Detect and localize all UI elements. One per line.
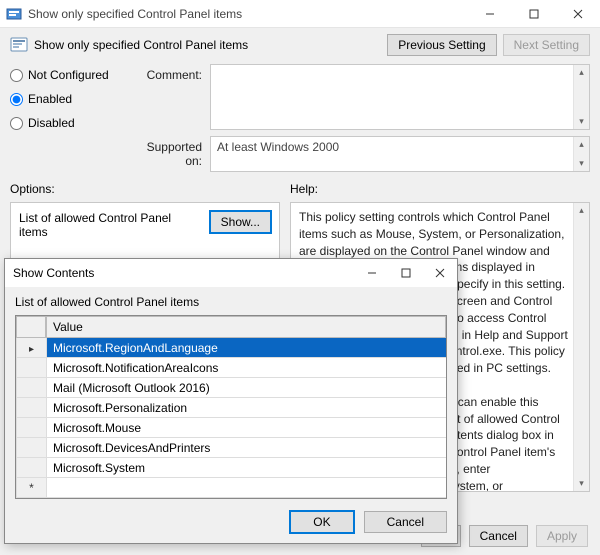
row-value[interactable]: Microsoft.Mouse bbox=[46, 418, 446, 438]
policy-name: Show only specified Control Panel items bbox=[34, 38, 381, 52]
grid-corner bbox=[16, 316, 46, 338]
policy-icon bbox=[10, 36, 28, 54]
policy-app-icon bbox=[6, 6, 22, 22]
window-title: Show only specified Control Panel items bbox=[28, 7, 468, 21]
modal-close-button[interactable] bbox=[423, 259, 457, 287]
row-handle[interactable] bbox=[16, 398, 46, 418]
row-value[interactable]: Microsoft.DevicesAndPrinters bbox=[46, 438, 446, 458]
help-label: Help: bbox=[290, 182, 590, 196]
scroll-down-icon[interactable]: ▾ bbox=[574, 114, 589, 129]
apply-button[interactable]: Apply bbox=[536, 525, 588, 547]
row-value[interactable]: Mail (Microsoft Outlook 2016) bbox=[46, 378, 446, 398]
table-row[interactable]: Microsoft.Personalization bbox=[16, 398, 446, 418]
table-row[interactable]: Microsoft.NotificationAreaIcons bbox=[16, 358, 446, 378]
radio-enabled[interactable]: Enabled bbox=[10, 92, 130, 106]
titlebar: Show only specified Control Panel items bbox=[0, 0, 600, 28]
modal-list-label: List of allowed Control Panel items bbox=[15, 295, 447, 309]
table-row[interactable]: Microsoft.DevicesAndPrinters bbox=[16, 438, 446, 458]
table-row[interactable]: Microsoft.RegionAndLanguage bbox=[16, 338, 446, 358]
next-setting-button[interactable]: Next Setting bbox=[503, 34, 590, 56]
radio-disabled[interactable]: Disabled bbox=[10, 116, 130, 130]
row-value[interactable] bbox=[46, 478, 446, 498]
row-value[interactable]: Microsoft.Personalization bbox=[46, 398, 446, 418]
scrollbar[interactable]: ▴ ▾ bbox=[573, 137, 589, 171]
scrollbar[interactable]: ▴ ▾ bbox=[573, 65, 589, 129]
scroll-up-icon[interactable]: ▴ bbox=[574, 137, 589, 152]
row-handle[interactable] bbox=[16, 418, 46, 438]
supported-label: Supported on: bbox=[130, 136, 210, 168]
supported-textbox: At least Windows 2000 ▴ ▾ bbox=[210, 136, 590, 172]
comment-label: Comment: bbox=[130, 64, 210, 82]
row-handle[interactable] bbox=[16, 358, 46, 378]
table-row[interactable]: Mail (Microsoft Outlook 2016) bbox=[16, 378, 446, 398]
row-handle[interactable] bbox=[16, 338, 46, 358]
row-handle[interactable] bbox=[16, 378, 46, 398]
row-value[interactable]: Microsoft.NotificationAreaIcons bbox=[46, 358, 446, 378]
scroll-down-icon[interactable]: ▾ bbox=[574, 156, 589, 171]
modal-maximize-button[interactable] bbox=[389, 259, 423, 287]
table-row[interactable]: Microsoft.Mouse bbox=[16, 418, 446, 438]
modal-cancel-button[interactable]: Cancel bbox=[364, 511, 447, 533]
comment-textbox[interactable]: ▴ ▾ bbox=[210, 64, 590, 130]
row-handle[interactable] bbox=[16, 438, 46, 458]
values-grid[interactable]: Value Microsoft.RegionAndLanguageMicroso… bbox=[15, 315, 447, 499]
previous-setting-button[interactable]: Previous Setting bbox=[387, 34, 496, 56]
minimize-button[interactable] bbox=[468, 0, 512, 28]
grid-col-header[interactable]: Value bbox=[46, 316, 446, 338]
row-value[interactable]: Microsoft.System bbox=[46, 458, 446, 478]
modal-title: Show Contents bbox=[13, 266, 94, 280]
table-row[interactable]: Microsoft.System bbox=[16, 458, 446, 478]
cancel-button[interactable]: Cancel bbox=[469, 525, 528, 547]
modal-ok-button[interactable]: OK bbox=[290, 511, 353, 533]
row-value[interactable]: Microsoft.RegionAndLanguage bbox=[46, 338, 446, 358]
radio-not-configured[interactable]: Not Configured bbox=[10, 68, 130, 82]
options-label: Options: bbox=[10, 182, 280, 196]
close-button[interactable] bbox=[556, 0, 600, 28]
show-button[interactable]: Show... bbox=[210, 211, 271, 233]
modal-titlebar: Show Contents bbox=[5, 259, 457, 287]
scroll-up-icon[interactable]: ▴ bbox=[574, 203, 589, 218]
maximize-button[interactable] bbox=[512, 0, 556, 28]
row-handle[interactable] bbox=[16, 478, 46, 498]
row-handle[interactable] bbox=[16, 458, 46, 478]
scroll-down-icon[interactable]: ▾ bbox=[574, 476, 589, 491]
scrollbar[interactable]: ▴ ▾ bbox=[573, 203, 589, 491]
scroll-up-icon[interactable]: ▴ bbox=[574, 65, 589, 80]
state-radio-group: Not Configured Enabled Disabled bbox=[10, 64, 130, 130]
show-contents-dialog: Show Contents List of allowed Control Pa… bbox=[4, 258, 458, 544]
options-list-label: List of allowed Control Panel items bbox=[19, 211, 202, 239]
table-row-new[interactable] bbox=[16, 478, 446, 498]
supported-text: At least Windows 2000 bbox=[217, 140, 339, 154]
modal-minimize-button[interactable] bbox=[355, 259, 389, 287]
